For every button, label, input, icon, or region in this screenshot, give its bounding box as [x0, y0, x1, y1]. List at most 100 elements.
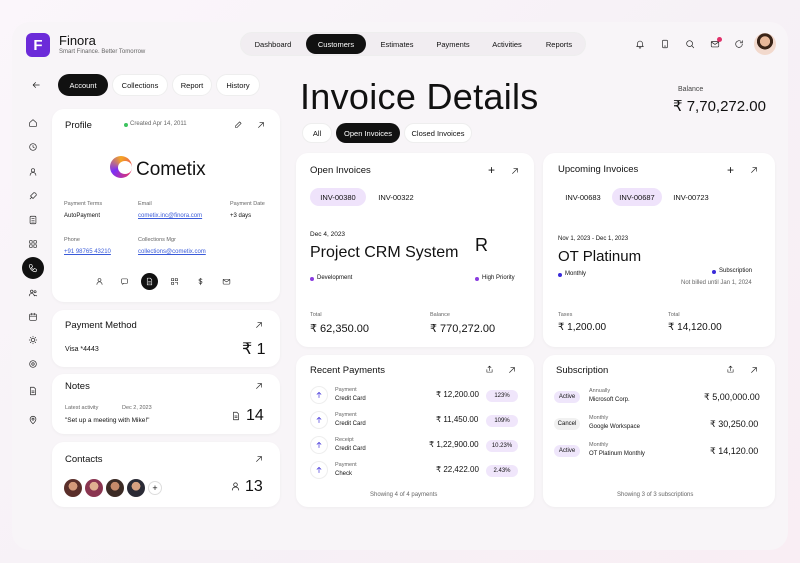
- invoice-tab-active[interactable]: INV-00380: [310, 188, 366, 206]
- open-invoices-add-button[interactable]: +: [488, 163, 495, 177]
- filter-open-invoices[interactable]: Open Invoices: [336, 123, 400, 143]
- nav-payments[interactable]: Payments: [428, 35, 478, 53]
- tab-collections[interactable]: Collections: [112, 74, 168, 96]
- upcoming-add-button[interactable]: +: [727, 163, 734, 177]
- app-window: F Finora Smart Finance. Better Tomorrow …: [12, 22, 788, 550]
- tab-history[interactable]: History: [216, 74, 260, 96]
- edit-icon[interactable]: [234, 120, 243, 129]
- nav-dashboard[interactable]: Dashboard: [246, 35, 300, 53]
- collections-link[interactable]: collections@cometix.com: [138, 249, 206, 255]
- notes-expand-icon[interactable]: [254, 381, 264, 391]
- contact-avatar[interactable]: [85, 479, 103, 497]
- profile-created: Created Apr 14, 2011: [130, 121, 187, 127]
- invoice-tab[interactable]: INV-00322: [370, 188, 422, 206]
- note-file-icon: [231, 410, 241, 422]
- nav-activities[interactable]: Activities: [482, 35, 532, 53]
- phone-label: Phone: [64, 237, 80, 243]
- contact-avatar[interactable]: [106, 479, 124, 497]
- page-title: Invoice Details: [300, 76, 539, 117]
- contacts-count: 13: [245, 478, 263, 495]
- notes-title: Notes: [65, 381, 90, 392]
- user-avatar[interactable]: [754, 33, 776, 55]
- add-contact-button[interactable]: +: [148, 481, 162, 495]
- contact-avatar[interactable]: [127, 479, 145, 497]
- arrow-up-icon: [315, 466, 323, 474]
- document-icon[interactable]: [660, 39, 670, 49]
- refresh-icon[interactable]: [734, 39, 744, 49]
- nav-customers[interactable]: Customers: [306, 34, 366, 54]
- upcoming-not-billed: Not billed until Jan 1, 2024: [681, 280, 752, 286]
- subscription-expand-icon[interactable]: [749, 365, 759, 375]
- contact-avatar[interactable]: [64, 479, 82, 497]
- brand-tagline: Smart Finance. Better Tomorrow: [59, 49, 146, 55]
- clock-icon[interactable]: [28, 142, 38, 152]
- payment-percent-badge: 123%: [486, 390, 518, 402]
- envelope-icon[interactable]: [222, 277, 231, 286]
- share-icon[interactable]: [485, 365, 494, 374]
- status-dot: [310, 277, 314, 281]
- open-invoices-expand-icon[interactable]: [510, 166, 520, 176]
- rocket-icon[interactable]: [28, 191, 38, 201]
- upcoming-taxes-label: Taxes: [558, 312, 573, 318]
- open-invoice-balance: ₹ 770,272.00: [430, 323, 496, 335]
- tab-report[interactable]: Report: [172, 74, 212, 96]
- sun-icon[interactable]: [28, 335, 38, 345]
- filter-all[interactable]: All: [302, 123, 332, 143]
- location-icon[interactable]: [28, 415, 38, 425]
- tab-account[interactable]: Account: [58, 74, 108, 96]
- open-invoice-priority: High Priority: [482, 275, 515, 281]
- person-icon[interactable]: [95, 277, 104, 286]
- upcoming-tab-active[interactable]: INV-00687: [612, 188, 662, 206]
- home-icon[interactable]: [28, 118, 38, 128]
- nav-reports[interactable]: Reports: [536, 35, 582, 53]
- back-arrow-icon[interactable]: [31, 80, 41, 90]
- profile-title: Profile: [65, 120, 92, 131]
- payment-terms-value: AutoPayment: [64, 213, 101, 219]
- open-invoices-title: Open Invoices: [310, 165, 371, 176]
- filter-closed-invoices[interactable]: Closed Invoices: [404, 123, 472, 143]
- nav-estimates[interactable]: Estimates: [372, 35, 422, 53]
- calculator-icon[interactable]: [28, 215, 38, 225]
- email-link[interactable]: cometix.inc@finora.com: [138, 213, 202, 219]
- priority-dot: [475, 277, 479, 281]
- share-icon[interactable]: [726, 365, 735, 374]
- users-icon[interactable]: [28, 288, 38, 298]
- phone-link[interactable]: +91 98765 43210: [64, 249, 111, 255]
- subscription-amount: ₹ 14,120.00: [710, 446, 759, 456]
- recent-payments-card: [296, 355, 534, 507]
- payment-card-number: Visa *4443: [65, 346, 99, 353]
- payment-method-expand-icon[interactable]: [254, 320, 264, 330]
- target-icon[interactable]: [28, 359, 38, 369]
- bell-icon[interactable]: [635, 39, 645, 49]
- payment-method-count: ₹ 1: [242, 341, 266, 358]
- collections-label: Collections Mgr: [138, 237, 176, 243]
- open-invoice-name: Project CRM System: [310, 244, 459, 261]
- qr-icon[interactable]: [170, 277, 179, 286]
- recent-payments-expand-icon[interactable]: [507, 365, 517, 375]
- upcoming-tab[interactable]: INV-00683: [558, 188, 608, 206]
- open-invoice-total: ₹ 62,350.00: [310, 323, 369, 335]
- profile-expand-icon[interactable]: [256, 120, 266, 130]
- email-label: Email: [138, 201, 152, 207]
- upcoming-expand-icon[interactable]: [749, 165, 759, 175]
- subscription-frequency: Annually: [589, 388, 611, 394]
- user-icon[interactable]: [28, 167, 38, 177]
- chat-icon[interactable]: [120, 277, 129, 286]
- subscription-card: [543, 355, 775, 507]
- calendar-icon[interactable]: [28, 312, 38, 322]
- payment-amount: ₹ 1,22,900.00: [429, 440, 479, 449]
- grid-icon[interactable]: [28, 239, 38, 249]
- subscription-frequency: Monthly: [589, 415, 609, 421]
- search-icon[interactable]: [685, 39, 695, 49]
- upcoming-tab[interactable]: INV-00723: [666, 188, 716, 206]
- payment-amount: ₹ 11,450.00: [436, 415, 479, 424]
- upcoming-name: OT Platinum: [558, 248, 642, 265]
- open-invoice-avatar[interactable]: R: [475, 235, 488, 256]
- contacts-expand-icon[interactable]: [254, 454, 264, 464]
- payment-direction-badge: [310, 386, 328, 404]
- file-icon[interactable]: [28, 386, 38, 396]
- dollar-icon[interactable]: [196, 277, 205, 286]
- notes-date: Dec 2, 2023: [122, 405, 152, 411]
- notes-latest-label: Latest activity: [65, 405, 99, 411]
- brand-logo[interactable]: F: [26, 33, 50, 57]
